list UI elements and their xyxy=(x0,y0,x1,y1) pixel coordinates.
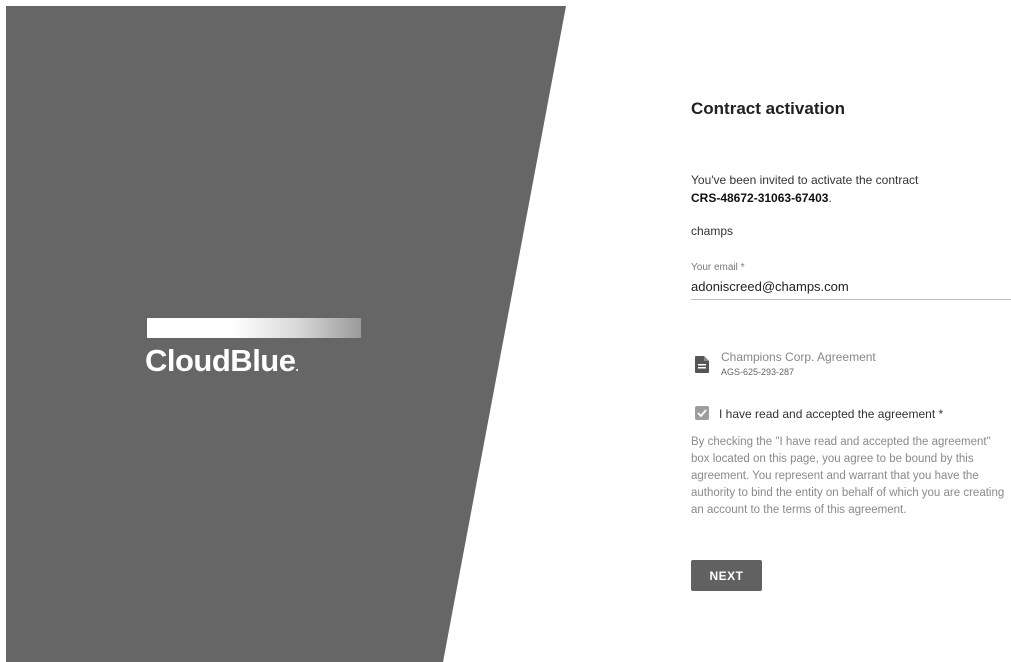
contract-id: CRS-48672-31063-67403 xyxy=(691,191,829,205)
checkmark-icon xyxy=(697,409,707,418)
email-label: Your email * xyxy=(691,262,745,273)
next-button[interactable]: NEXT xyxy=(691,560,762,591)
email-underline xyxy=(691,299,1011,300)
email-field[interactable]: adoniscreed@champs.com xyxy=(691,279,849,294)
company-name: champs xyxy=(691,224,734,238)
agreement-checkbox[interactable] xyxy=(695,406,709,420)
document-icon xyxy=(695,356,709,373)
agreement-checkbox-label[interactable]: I have read and accepted the agreement * xyxy=(719,407,943,421)
agreement-name[interactable]: Champions Corp. Agreement xyxy=(721,350,876,364)
terms-text: By checking the "I have read and accepte… xyxy=(691,436,1005,516)
cloudblue-logo: CloudBlue. xyxy=(145,343,299,378)
logo-bar xyxy=(147,318,361,338)
invite-message: You've been invited to activate the cont… xyxy=(691,173,919,205)
page-title: Contract activation xyxy=(691,99,845,118)
brand-panel: CloudBlue. xyxy=(6,6,566,662)
agreement-id: AGS-625-293-287 xyxy=(721,367,795,377)
invite-text: You've been invited to activate the cont… xyxy=(691,173,919,187)
